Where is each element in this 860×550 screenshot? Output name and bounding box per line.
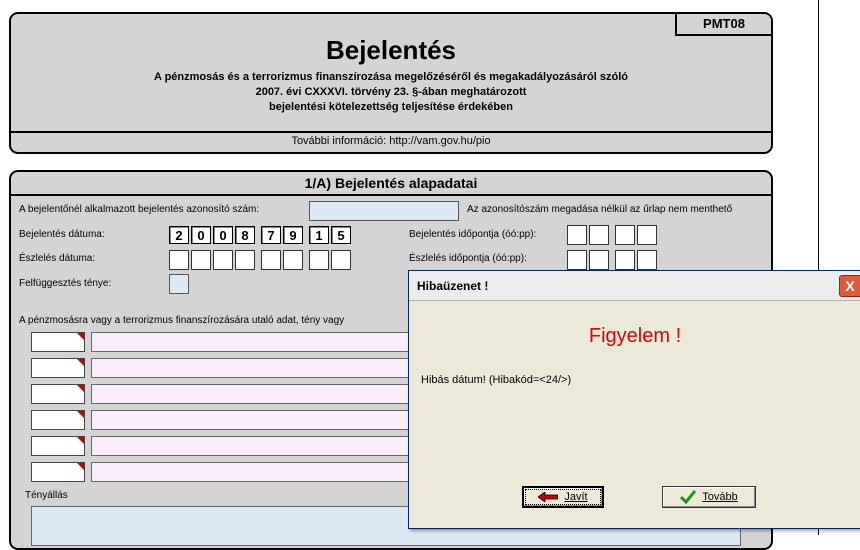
detect-date-box[interactable] xyxy=(235,250,255,270)
report-time-box[interactable] xyxy=(615,225,635,245)
form-subtitle-line1: A pénzmosás és a terrorizmus finanszíroz… xyxy=(154,71,628,83)
report-date-digit[interactable]: 8 xyxy=(235,226,255,244)
dialog-headline: Figyelem ! xyxy=(588,325,682,347)
form-code: PMT08 xyxy=(675,14,771,36)
form-title: Bejelentés xyxy=(325,35,457,65)
indicator-label: A pénzmosásra vagy a terrorizmus finansz… xyxy=(19,315,345,326)
indicator-text-field[interactable] xyxy=(91,332,421,352)
detect-date-box[interactable] xyxy=(309,250,329,270)
report-date-digit[interactable]: 0 xyxy=(213,226,233,244)
indicator-text-field[interactable] xyxy=(91,462,421,482)
suspension-checkbox[interactable] xyxy=(169,274,189,294)
indicator-text-field[interactable] xyxy=(91,358,421,378)
info-link[interactable]: További információ: http://vam.gov.hu/pi… xyxy=(11,135,771,147)
section-title: 1/A) Bejelentés alapadatai xyxy=(304,175,478,191)
report-time-box[interactable] xyxy=(589,225,609,245)
report-time-box[interactable] xyxy=(567,225,587,245)
indicator-code-field[interactable] xyxy=(31,410,85,430)
facts-label: Tényállás xyxy=(25,490,68,501)
dialog-titlebar[interactable]: Hibaüzenet ! X xyxy=(409,271,860,301)
id-field[interactable] xyxy=(309,201,459,221)
dialog-message: Hibás dátum! (Hibakód=<24/>) xyxy=(421,374,572,386)
fix-button[interactable]: Javít xyxy=(522,486,604,508)
arrow-left-icon xyxy=(538,492,559,502)
report-date-digit[interactable]: 0 xyxy=(191,226,211,244)
indicator-code-field[interactable] xyxy=(31,332,85,352)
indicator-text-field[interactable] xyxy=(91,410,421,430)
error-dialog: Hibaüzenet ! X Figyelem ! Hibás dátum! (… xyxy=(408,270,860,529)
continue-button-label: Tovább xyxy=(702,491,738,503)
detect-time-box[interactable] xyxy=(637,250,657,270)
dialog-title: Hibaüzenet ! xyxy=(417,279,489,293)
detect-time-box[interactable] xyxy=(567,250,587,270)
detect-time-label: Észlelés időpontja (óó:pp): xyxy=(409,253,527,264)
required-marker-icon xyxy=(77,463,84,470)
checkmark-icon xyxy=(680,490,697,504)
detect-date-box[interactable] xyxy=(331,250,351,270)
required-marker-icon xyxy=(77,411,84,418)
report-date-digit[interactable]: 7 xyxy=(261,226,281,244)
report-time-box[interactable] xyxy=(637,225,657,245)
detect-date-box[interactable] xyxy=(213,250,233,270)
detect-time-box[interactable] xyxy=(589,250,609,270)
id-note: Az azonosítószám megadása nélkül az űrla… xyxy=(467,204,733,215)
required-marker-icon xyxy=(77,359,84,366)
header-divider xyxy=(11,131,771,133)
section-divider xyxy=(11,194,771,196)
close-button[interactable]: X xyxy=(839,275,860,297)
indicator-text-field[interactable] xyxy=(91,436,421,456)
form-header: PMT08 Bejelentés A pénzmosás és a terror… xyxy=(9,12,773,154)
form-subtitle-line3: bejelentési kötelezettség teljesítése ér… xyxy=(269,101,513,113)
continue-button[interactable]: Tovább xyxy=(662,486,756,508)
form-subtitle-line2: 2007. évi CXXXVI. törvény 23. §-ában meg… xyxy=(255,86,527,98)
detect-date-box[interactable] xyxy=(261,250,281,270)
required-marker-icon xyxy=(77,437,84,444)
detect-date-label: Észlelés dátuma: xyxy=(19,253,96,264)
report-date-digit[interactable]: 2 xyxy=(169,226,189,244)
detect-date-box[interactable] xyxy=(169,250,189,270)
report-time-label: Bejelentés időpontja (óó:pp): xyxy=(409,229,537,240)
indicator-code-field[interactable] xyxy=(31,358,85,378)
report-date-digit[interactable]: 5 xyxy=(331,226,351,244)
detect-date-box[interactable] xyxy=(191,250,211,270)
fix-button-label: Javít xyxy=(564,491,588,503)
required-marker-icon xyxy=(77,385,84,392)
indicator-code-field[interactable] xyxy=(31,436,85,456)
indicator-code-field[interactable] xyxy=(31,384,85,404)
indicator-code-field[interactable] xyxy=(31,462,85,482)
detect-time-box[interactable] xyxy=(615,250,635,270)
suspension-label: Felfüggesztés ténye: xyxy=(19,278,112,289)
report-date-digit[interactable]: 1 xyxy=(309,226,329,244)
id-label: A bejelentőnél alkalmazott bejelentés az… xyxy=(19,204,260,215)
report-date-digit[interactable]: 9 xyxy=(283,226,303,244)
report-date-label: Bejelentés dátuma: xyxy=(19,229,105,240)
required-marker-icon xyxy=(77,333,84,340)
indicator-text-field[interactable] xyxy=(91,384,421,404)
detect-date-box[interactable] xyxy=(283,250,303,270)
